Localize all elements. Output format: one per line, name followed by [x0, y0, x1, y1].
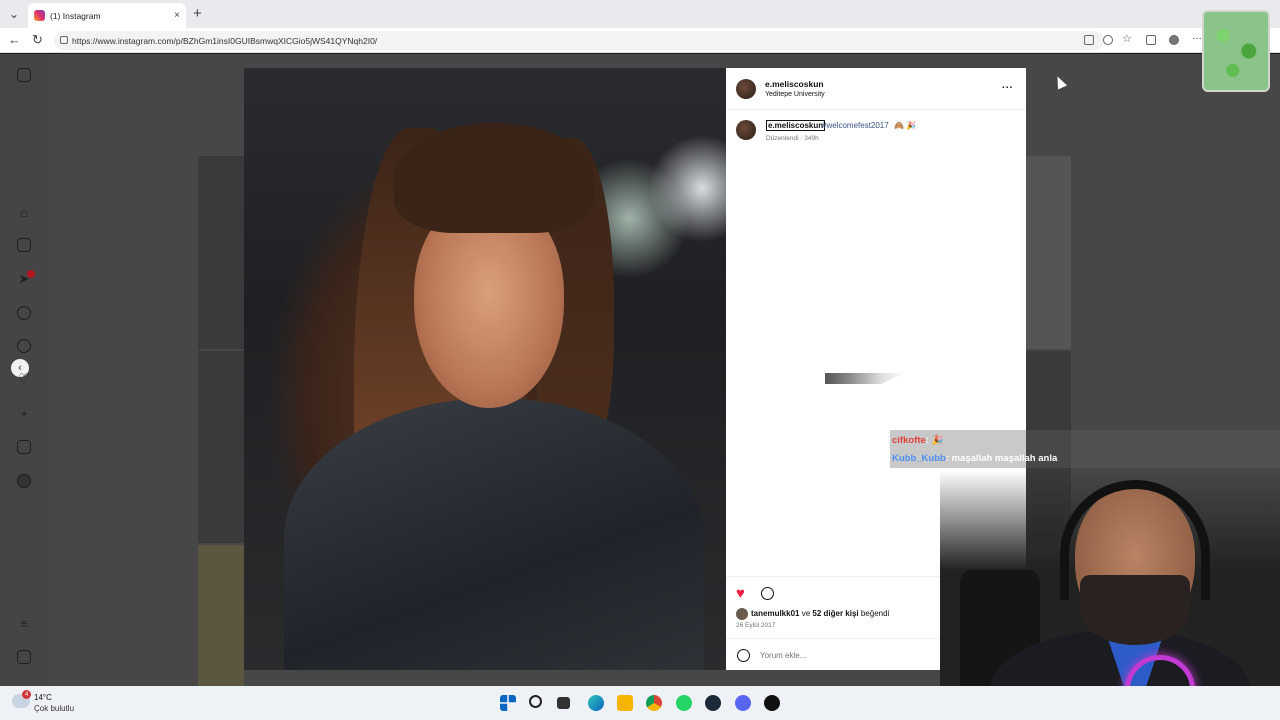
- photo-shape: [394, 123, 594, 233]
- caption-avatar[interactable]: [736, 120, 756, 140]
- stream-chat-overlay: cifkofte: 🎉 Kubb_Kubb: maşallah maşallah…: [890, 430, 1280, 468]
- home-icon[interactable]: ⌂: [17, 205, 31, 220]
- task-view-icon[interactable]: [557, 697, 570, 709]
- profile-avatar-icon[interactable]: [1169, 35, 1179, 45]
- zoom-icon[interactable]: [1103, 35, 1113, 45]
- caption-hashtag[interactable]: #welcomefest2017: [822, 121, 889, 130]
- more-menu-icon[interactable]: ≡: [17, 616, 31, 631]
- file-explorer-icon[interactable]: [617, 695, 633, 711]
- chrome-icon[interactable]: [646, 695, 662, 711]
- likes-suffix: beğendi: [858, 609, 890, 618]
- weather-temperature[interactable]: 14°C: [34, 693, 52, 702]
- also-from-meta-icon[interactable]: [17, 650, 31, 664]
- post-photo[interactable]: [244, 68, 726, 670]
- new-tab-button[interactable]: +: [193, 5, 202, 22]
- instagram-favicon-icon: [34, 10, 45, 21]
- windows-start-icon[interactable]: [500, 695, 516, 711]
- browser-tab-bar: ⌄ (1) Instagram × +: [0, 0, 1280, 28]
- post-location[interactable]: Yeditepe University: [765, 91, 825, 98]
- caption-edited-time: Düzenlendi · 349h: [766, 135, 819, 142]
- grid-tile[interactable]: [198, 156, 244, 349]
- tab-close-icon[interactable]: ×: [174, 10, 180, 21]
- explore-icon[interactable]: [17, 339, 31, 353]
- likes-count[interactable]: 52 diğer kişi: [812, 609, 858, 618]
- tab-list-chevron-icon[interactable]: ⌄: [4, 4, 24, 24]
- app-icon[interactable]: [764, 695, 780, 711]
- reload-icon[interactable]: ↻: [32, 32, 43, 48]
- headphones-shape: [1060, 480, 1210, 600]
- browser-tab-instagram[interactable]: (1) Instagram ×: [28, 3, 186, 28]
- steam-icon[interactable]: [705, 695, 721, 711]
- chat-message: cifkofte: 🎉: [892, 432, 943, 448]
- tab-title: (1) Instagram: [50, 10, 101, 21]
- notification-badge: [27, 270, 35, 278]
- reader-view-icon[interactable]: [1084, 35, 1094, 45]
- instagram-sidebar: ⌂ ➤ ‹ ♡ + ≡: [0, 54, 48, 686]
- chat-text: : 🎉: [925, 434, 944, 446]
- post-date: 26 Eylül 2017: [736, 622, 776, 629]
- chat-username: Kubb_Kubb: [892, 452, 946, 464]
- comment-icon[interactable]: [761, 587, 774, 600]
- photo-shape: [284, 398, 704, 670]
- author-username[interactable]: e.meliscoskun: [765, 79, 824, 89]
- favorite-star-icon[interactable]: ☆: [1122, 32, 1132, 45]
- caption-username[interactable]: e.meliscoskun: [766, 120, 826, 131]
- emoji-smiley-icon[interactable]: [737, 649, 750, 662]
- webcam-overlay: [940, 470, 1280, 720]
- chat-message: Kubb_Kubb: maşallah maşallah anla: [892, 450, 1057, 466]
- search-icon[interactable]: [529, 695, 542, 708]
- liker-avatar[interactable]: [736, 608, 748, 620]
- render-glitch: [825, 373, 905, 384]
- grid-tile[interactable]: [1026, 156, 1071, 349]
- chat-text: : maşallah maşallah anla: [945, 452, 1058, 464]
- grid-tile[interactable]: [198, 351, 244, 543]
- more-options-button[interactable]: ...: [1002, 80, 1013, 91]
- url-text: https://www.instagram.com/p/BZhGm1insI0G…: [72, 35, 378, 46]
- address-bar-row: ← ↻ https://www.instagram.com/p/BZhGm1in…: [0, 28, 1280, 53]
- more-menu-icon[interactable]: …: [1192, 31, 1202, 42]
- author-avatar[interactable]: [736, 79, 756, 99]
- like-heart-icon[interactable]: ♥: [736, 585, 745, 602]
- discord-icon[interactable]: [735, 695, 751, 711]
- grid-tile[interactable]: [198, 545, 244, 686]
- search-icon[interactable]: [17, 306, 31, 320]
- likes-connector: ve: [799, 609, 813, 618]
- url-field[interactable]: https://www.instagram.com/p/BZhGm1insI0G…: [54, 31, 1104, 50]
- caption-emoji: 🙈 🎉: [894, 121, 917, 130]
- liker-username[interactable]: tanemulkk01: [751, 609, 799, 618]
- instagram-logo-icon[interactable]: [17, 68, 31, 82]
- weather-description[interactable]: Çok bulutlu: [34, 704, 74, 713]
- whatsapp-icon[interactable]: [676, 695, 692, 711]
- windows-taskbar: 4 14°C Çok bulutlu: [0, 686, 1280, 720]
- reels-icon[interactable]: [17, 238, 31, 252]
- chat-username: cifkofte: [892, 434, 926, 446]
- favorites-icon[interactable]: [1146, 35, 1156, 45]
- profile-icon[interactable]: [17, 474, 31, 488]
- create-icon[interactable]: +: [17, 406, 31, 421]
- site-info-icon[interactable]: [60, 36, 68, 44]
- weather-notification-badge: 4: [22, 690, 31, 699]
- back-arrow-icon[interactable]: ←: [8, 32, 21, 47]
- comment-input[interactable]: [760, 647, 960, 663]
- notifications-heart-icon[interactable]: ♡: [17, 371, 31, 386]
- dashboard-icon[interactable]: [17, 440, 31, 454]
- plant-widget: [1202, 10, 1270, 92]
- edge-browser-icon[interactable]: [588, 695, 604, 711]
- post-header: e.meliscoskun Yeditepe University ...: [726, 68, 1026, 110]
- likes-summary[interactable]: tanemulkk01 ve 52 diğer kişi beğendi: [751, 609, 889, 618]
